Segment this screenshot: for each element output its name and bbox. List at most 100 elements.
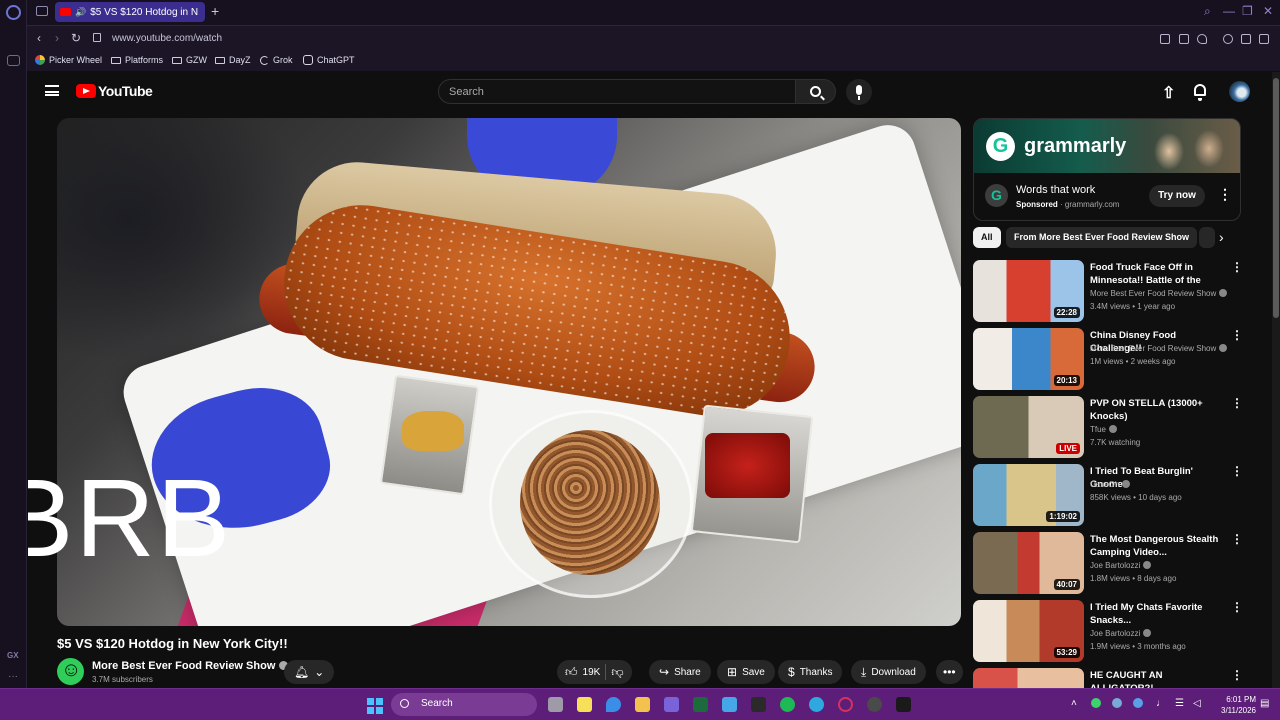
subscribe-bell-button[interactable]: 🔔︎ ⌄ [284,660,335,684]
app-sticky-icon[interactable] [577,697,592,712]
menu-icon[interactable] [45,85,59,96]
chevron-right-icon[interactable]: › [1219,229,1224,245]
bookmark-dayz[interactable]: DayZ [215,55,251,65]
avatar[interactable] [1229,81,1250,102]
thanks-button[interactable]: $ Thanks [778,660,843,684]
gx-control-label[interactable]: GX [7,651,19,660]
channel-name[interactable]: More Best Ever Food Review Show [92,660,289,672]
obs-icon[interactable] [867,697,882,712]
url-field[interactable]: www.youtube.com/watch [112,33,222,44]
spotify-icon[interactable] [780,697,795,712]
restore-button[interactable]: ❐ [1242,4,1253,18]
sponsored-ad-card[interactable]: G grammarly G Words that work Sponsored … [973,118,1241,221]
bookmark-gzw[interactable]: GZW [172,55,207,65]
lock-icon[interactable] [93,33,101,42]
notifications-bell-icon[interactable] [1194,84,1206,101]
workspaces-icon[interactable] [36,6,48,16]
search-input[interactable]: Search [438,79,796,104]
try-now-button[interactable]: Try now [1149,185,1205,207]
chip-next-partial[interactable] [1199,227,1215,248]
ad-banner[interactable]: G grammarly [974,119,1240,173]
shield-icon[interactable] [1179,34,1189,44]
search-tabs-icon[interactable]: ⌕ [1204,4,1211,19]
bookmark-platforms[interactable]: Platforms [111,55,163,65]
rec-channel[interactable]: Joe Bartolozzi [1090,629,1152,638]
list-item[interactable]: 53:29 I Tried My Chats Favorite Snacks..… [973,600,1243,664]
channel-avatar[interactable] [57,658,84,685]
list-item[interactable]: HE CAUGHT AN ALLIGATOR?! ⋮ [973,668,1243,688]
bookmark-grok[interactable]: Grok [260,55,293,65]
dislike-icon[interactable]: 👎︎ [611,665,623,680]
video-thumbnail[interactable]: 22:28 [973,260,1084,322]
speaker-icon[interactable]: 🔊 [75,7,86,18]
like-icon[interactable]: 👍︎ [565,665,578,680]
tray-mic-icon[interactable]: ♩ [1156,698,1166,709]
rec-menu-icon[interactable]: ⋮ [1231,668,1243,682]
new-tab-button[interactable]: + [211,3,219,19]
tray-volume-icon[interactable]: ◁ [1193,698,1201,709]
video-thumbnail[interactable]: 20:13 [973,328,1084,390]
heart-icon[interactable] [1197,34,1207,44]
rec-channel[interactable]: More Best Ever Food Review Show [1090,344,1228,353]
opera-gx-icon[interactable] [838,697,853,712]
rec-title[interactable]: The Most Dangerous Stealth Camping Video… [1090,533,1225,559]
list-item[interactable]: 40:07 The Most Dangerous Stealth Camping… [973,532,1243,596]
rec-channel[interactable]: Joe Bartolozzi [1090,561,1152,570]
app-notepad-icon[interactable] [722,697,737,712]
minimize-button[interactable]: — [1223,4,1235,18]
dayz-icon[interactable] [896,697,911,712]
rec-menu-icon[interactable]: ⋮ [1231,260,1243,274]
capcut-icon[interactable] [751,697,766,712]
forward-button[interactable]: › [55,31,59,45]
list-item[interactable]: 22:28 Food Truck Face Off in Minnesota!!… [973,260,1243,324]
save-button[interactable]: ⊞ Save [717,660,775,684]
search-button[interactable] [795,79,836,104]
rec-title[interactable]: I Tried My Chats Favorite Snacks... [1090,601,1225,627]
rec-menu-icon[interactable]: ⋮ [1231,328,1243,342]
downloads-icon[interactable] [1241,34,1251,44]
youtube-logo-text[interactable]: YouTube [98,83,153,99]
tray-app-icon[interactable] [1091,698,1101,708]
like-count[interactable]: 19K [583,667,601,678]
back-button[interactable]: ‹ [37,31,41,45]
tray-chevron-icon[interactable]: ˄ [1071,698,1077,709]
rec-menu-icon[interactable]: ⋮ [1231,396,1243,410]
rec-title[interactable]: PVP ON STELLA (13000+ Knocks) [1090,397,1225,423]
task-view-icon[interactable] [548,697,563,712]
edge-icon[interactable] [809,697,824,712]
video-thumbnail[interactable] [973,668,1084,688]
scrollbar-thumb[interactable] [1273,78,1279,318]
rec-channel[interactable]: More Best Ever Food Review Show [1090,289,1228,298]
snapshot-icon[interactable] [1160,34,1170,44]
rec-title[interactable]: Food Truck Face Off in Minnesota!! Battl… [1090,261,1225,287]
rec-menu-icon[interactable]: ⋮ [1231,464,1243,478]
file-explorer-icon[interactable] [635,697,650,712]
extensions-icon[interactable] [1259,34,1269,44]
bookmark-chatgpt[interactable]: ChatGPT [303,55,355,65]
video-thumbnail[interactable]: 40:07 [973,532,1084,594]
voice-search-button[interactable] [846,79,872,105]
tray-app3-icon[interactable] [1133,698,1143,708]
share-button[interactable]: ↪ Share [649,660,711,684]
reload-button[interactable]: ↻ [71,31,81,45]
app-terminal-icon[interactable] [693,697,708,712]
taskbar-search[interactable]: Search [391,693,537,716]
ad-menu-icon[interactable]: ⋮ [1218,186,1232,203]
opera-logo-icon[interactable] [6,5,21,20]
rec-channel[interactable]: Tfue [1090,425,1118,434]
rec-channel[interactable]: CaseOh [1090,480,1131,489]
more-actions-button[interactable]: ••• [936,660,963,684]
tray-network-icon[interactable]: ☰ [1175,698,1184,709]
video-thumbnail[interactable]: 1:19:02 [973,464,1084,526]
tab-active[interactable]: 🔊 $5 VS $120 Hotdog in N [55,2,205,22]
list-item[interactable]: LIVE PVP ON STELLA (13000+ Knocks) Tfue … [973,396,1243,460]
chip-from-channel[interactable]: From More Best Ever Food Review Show [1006,227,1198,248]
rec-menu-icon[interactable]: ⋮ [1231,600,1243,614]
upload-icon[interactable]: ⇧ [1162,83,1175,103]
system-clock[interactable]: 6:01 PM 3/11/2026 [1210,694,1256,716]
sidebar-more-icon[interactable]: ··· [8,671,18,682]
video-thumbnail[interactable]: LIVE [973,396,1084,458]
list-item[interactable]: 20:13 China Disney Food Challenge!! More… [973,328,1243,392]
start-button[interactable] [367,698,383,714]
app-grid-icon[interactable] [664,697,679,712]
